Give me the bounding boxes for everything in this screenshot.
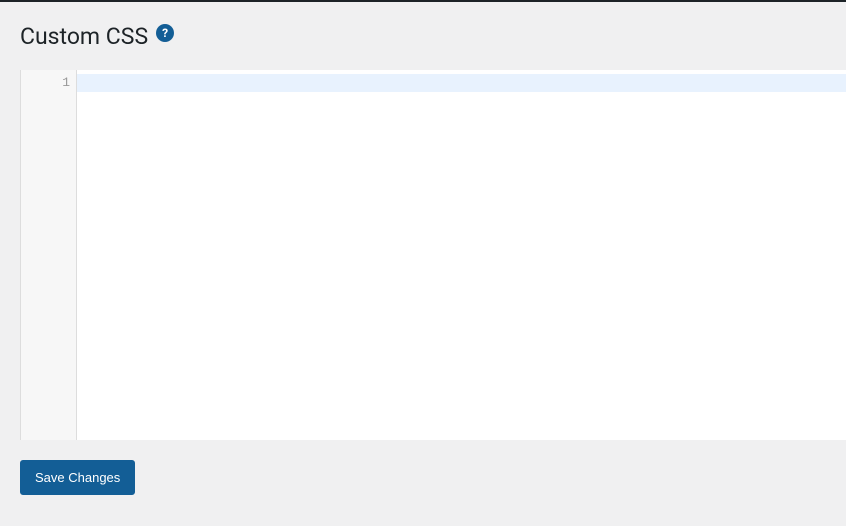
- page-title-row: Custom CSS ?: [20, 22, 846, 52]
- save-changes-button[interactable]: Save Changes: [20, 460, 135, 495]
- css-textarea[interactable]: [77, 70, 846, 440]
- line-number: 1: [25, 74, 70, 92]
- help-icon[interactable]: ?: [156, 24, 174, 42]
- page-title: Custom CSS: [20, 22, 148, 52]
- code-editor: 1: [20, 70, 846, 440]
- editor-gutter: 1: [21, 70, 77, 440]
- content-wrap: Custom CSS ? 1 Save Changes: [0, 2, 846, 515]
- code-area: [77, 70, 846, 440]
